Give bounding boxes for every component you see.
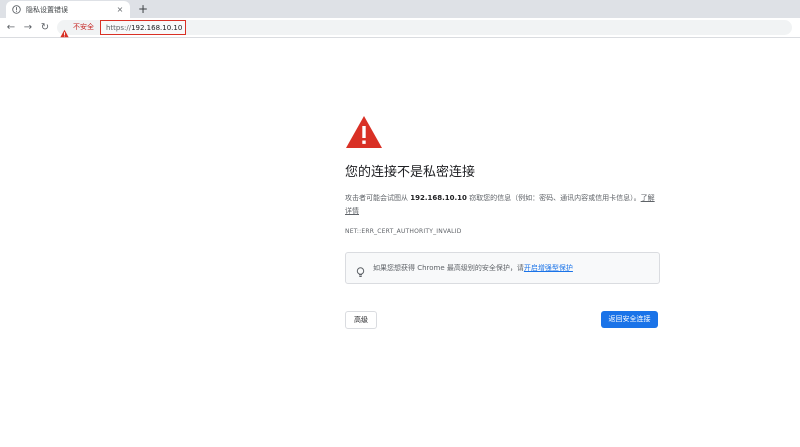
enhanced-protection-text: 如果您想获得 Chrome 最高级别的安全保护，请开启增强型保护 bbox=[373, 263, 573, 273]
interstitial-content: 您的连接不是私密连接 攻击者可能会试图从 192.168.10.10 窃取您的信… bbox=[345, 115, 665, 329]
url-field[interactable]: https://192.168.10.10 bbox=[100, 20, 186, 35]
warning-circle-icon bbox=[12, 5, 21, 14]
page-title: 您的连接不是私密连接 bbox=[345, 165, 476, 180]
advanced-button[interactable]: 高级 bbox=[345, 311, 377, 329]
enable-enhanced-protection-link[interactable]: 开启增强型保护 bbox=[524, 264, 573, 272]
new-tab-button[interactable]: + bbox=[136, 2, 150, 16]
lightbulb-icon bbox=[356, 263, 365, 277]
description-prefix: 攻击者可能会试图从 bbox=[345, 194, 411, 202]
description-host: 192.168.10.10 bbox=[410, 194, 467, 202]
back-button[interactable]: ← bbox=[4, 21, 18, 34]
browser-toolbar: ← → ↻ 不安全 https://192.168.10.10 bbox=[0, 18, 800, 38]
forward-button[interactable]: → bbox=[21, 21, 35, 34]
warning-triangle-icon[interactable] bbox=[60, 23, 69, 38]
address-bar[interactable]: 不安全 https://192.168.10.10 bbox=[57, 20, 792, 38]
error-code: NET::ERR_CERT_AUTHORITY_INVALID bbox=[345, 228, 462, 235]
enhanced-protection-prefix: 如果您想获得 Chrome 最高级别的安全保护，请 bbox=[373, 264, 524, 272]
description-middle: 窃取您的信息（例如：密码、通讯内容或信用卡信息）。 bbox=[466, 194, 641, 202]
url-scheme: https:// bbox=[106, 23, 132, 32]
description-text: 攻击者可能会试图从 192.168.10.10 窃取您的信息（例如：密码、通讯内… bbox=[345, 192, 655, 218]
security-status-label[interactable]: 不安全 bbox=[73, 23, 94, 32]
reload-button[interactable]: ↻ bbox=[38, 21, 52, 34]
enhanced-protection-box: 如果您想获得 Chrome 最高级别的安全保护，请开启增强型保护 bbox=[345, 252, 660, 284]
back-to-safety-button[interactable]: 返回安全连接 bbox=[601, 311, 658, 328]
url-text: https://192.168.10.10 bbox=[106, 24, 182, 32]
tab-title: 隐私设置错误 bbox=[26, 5, 68, 14]
browser-tab[interactable]: 隐私设置错误 × bbox=[6, 1, 130, 18]
tab-strip: 隐私设置错误 × + bbox=[0, 0, 800, 18]
warning-triangle-icon bbox=[345, 115, 383, 149]
tab-close-button[interactable]: × bbox=[115, 5, 125, 15]
url-host: 192.168.10.10 bbox=[131, 23, 183, 32]
